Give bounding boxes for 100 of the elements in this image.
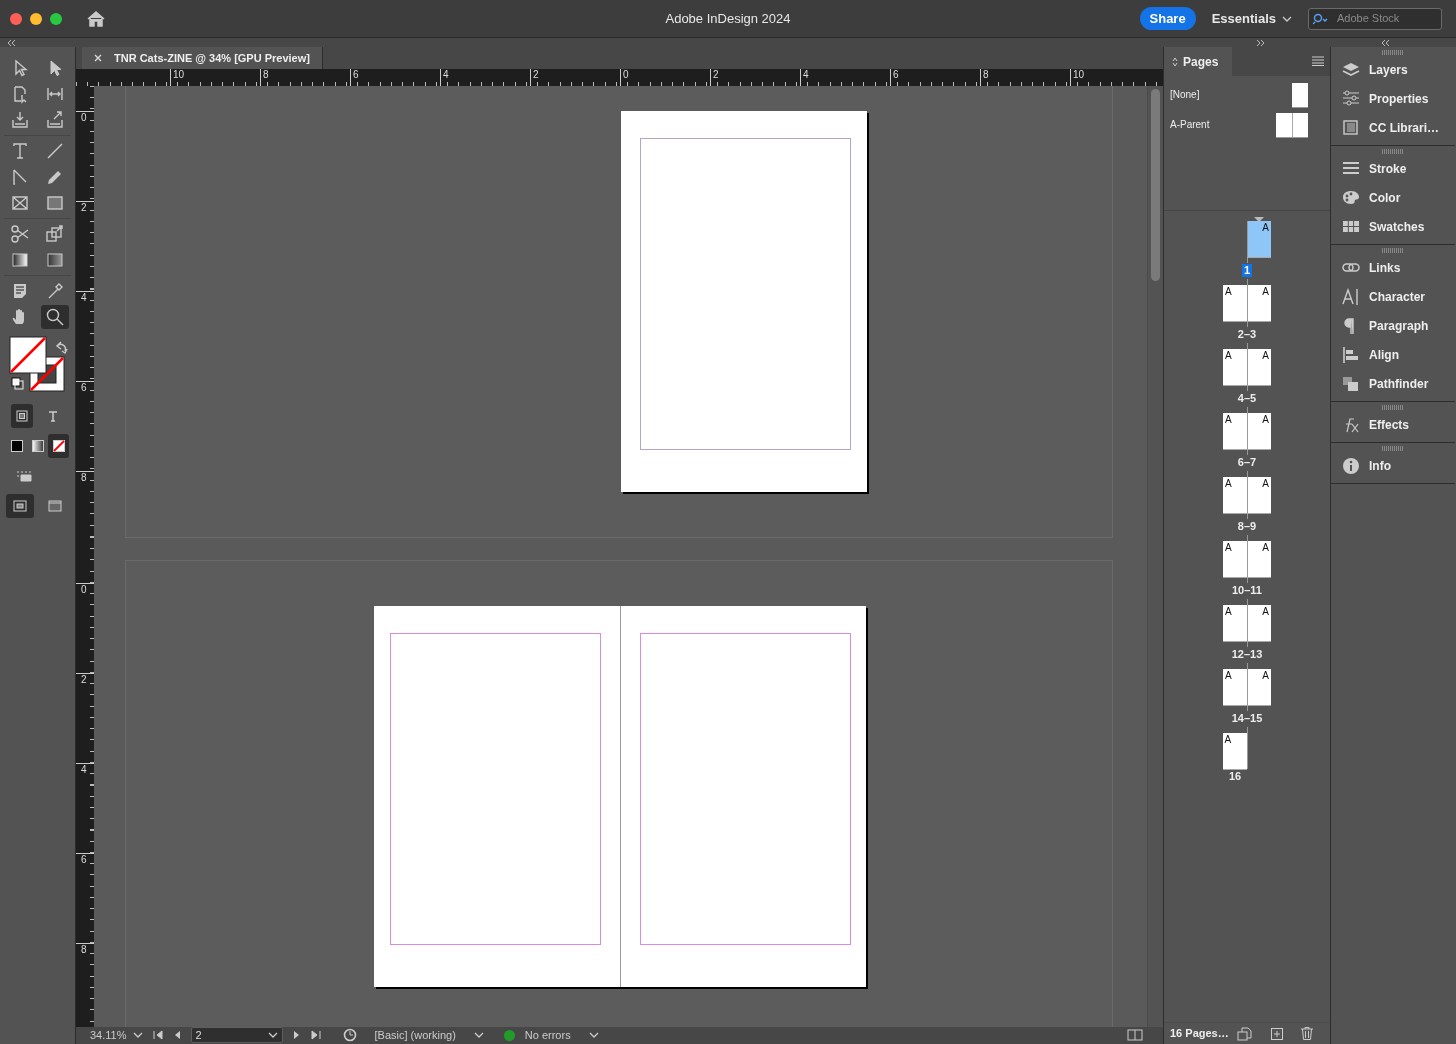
collapse-icon[interactable] <box>1382 40 1390 46</box>
close-icon[interactable] <box>94 54 102 62</box>
window-control-icon[interactable] <box>50 12 62 25</box>
page-thumbnail[interactable]: A <box>1247 541 1271 577</box>
first-page-icon[interactable] <box>152 1030 163 1041</box>
panel-button[interactable]: Paragraph <box>1331 311 1455 340</box>
ruler-number: 6 <box>81 382 87 393</box>
preflight-profile-menu[interactable]: [Basic] (working) <box>374 1027 484 1044</box>
properties-icon <box>1342 89 1360 108</box>
page-number: 2–3 <box>1236 328 1258 341</box>
parent-page-row[interactable]: [None] <box>1170 80 1324 110</box>
pathfinder-icon <box>1342 374 1360 393</box>
ruler-number: 4 <box>81 764 87 775</box>
content-collector-tool-icon[interactable] <box>10 110 31 130</box>
workspace-menu[interactable]: Essentials <box>1205 8 1298 29</box>
panel-button[interactable]: Character <box>1331 282 1455 311</box>
ruler-number: 0 <box>81 112 87 123</box>
page-thumbnail[interactable]: A <box>1247 349 1271 385</box>
page-thumbnail[interactable]: A <box>1247 477 1271 513</box>
page-thumbnail[interactable]: A <box>1223 541 1247 577</box>
document-title: TNR Cats-ZINE @ 34% [GPU Preview] <box>114 50 310 66</box>
parent-letter: A <box>1262 478 1269 489</box>
panel-grip[interactable] <box>1382 50 1404 55</box>
panel-button[interactable]: Links <box>1331 253 1455 282</box>
expand-icon[interactable] <box>1256 40 1264 46</box>
split-view-icon[interactable] <box>1127 1029 1143 1042</box>
view-mode-icon[interactable] <box>16 470 32 482</box>
panel-grip[interactable] <box>1382 446 1404 451</box>
ruler-number: 2 <box>81 674 87 685</box>
scissors-tool-icon[interactable] <box>10 224 31 244</box>
panel-button[interactable]: Swatches <box>1331 212 1455 241</box>
page-size-icon[interactable] <box>1236 1026 1253 1041</box>
scroll-thumb[interactable] <box>1151 89 1160 281</box>
page-thumbnail[interactable]: A <box>1222 733 1247 769</box>
parent-letter: A <box>1225 286 1232 297</box>
zoom-menu[interactable]: 34.11% <box>90 1027 143 1044</box>
pages-tab[interactable]: Pages <box>1164 47 1232 76</box>
free-transform-tool-icon[interactable] <box>44 224 65 244</box>
next-page-icon[interactable] <box>292 1030 301 1041</box>
dropdown-icon[interactable] <box>267 1032 278 1039</box>
collapse-icon[interactable] <box>8 40 16 46</box>
parent-letter: A <box>1262 222 1269 233</box>
apply-gradient-icon[interactable] <box>30 439 45 453</box>
last-page-icon[interactable] <box>310 1030 321 1041</box>
search-field[interactable]: Adobe Stock <box>1335 9 1435 28</box>
page-thumbnail[interactable]: A <box>1223 413 1247 449</box>
page-number: 1 <box>1241 264 1253 277</box>
document-tab[interactable]: TNR Cats-ZINE @ 34% [GPU Preview] <box>82 47 323 69</box>
trash-icon[interactable] <box>1300 1027 1313 1040</box>
preflight-status-menu[interactable]: No errors <box>524 1027 599 1044</box>
page-thumbnail[interactable]: A <box>1247 285 1271 321</box>
gradient-feather-tool-icon[interactable] <box>44 250 65 270</box>
panel-grip[interactable] <box>1382 149 1404 154</box>
ruler-number: 2 <box>533 69 539 80</box>
page-number-field[interactable]: 2 <box>190 1027 283 1044</box>
window-control-icon[interactable] <box>30 12 42 25</box>
window-control-icon[interactable] <box>10 12 22 25</box>
panel-grip[interactable] <box>1382 405 1404 410</box>
vertical-scrollbar[interactable] <box>1147 86 1163 1027</box>
search-box[interactable]: Adobe Stock <box>1308 7 1442 30</box>
parent-page-thumbnail <box>1292 113 1308 137</box>
panel-button[interactable]: Effects <box>1331 410 1455 439</box>
caret-icon <box>132 1032 143 1039</box>
panel-button[interactable]: Info <box>1331 451 1455 480</box>
rectangle-tool-icon[interactable] <box>44 193 65 213</box>
panel-button[interactable]: CC Librari… <box>1331 113 1455 142</box>
apply-color-icon[interactable] <box>9 439 24 453</box>
ruler-number: 6 <box>353 69 359 80</box>
page-thumbnail[interactable]: A <box>1247 413 1271 449</box>
new-page-icon[interactable] <box>1270 1027 1283 1040</box>
page-thumbnail[interactable]: A <box>1223 285 1247 321</box>
page-thumbnail[interactable]: A <box>1247 669 1271 705</box>
content-placer-tool-icon[interactable] <box>44 110 65 130</box>
page-thumbnail[interactable]: A <box>1223 669 1247 705</box>
page-thumbnail[interactable]: A <box>1247 605 1271 641</box>
panel-button[interactable]: Align <box>1331 340 1455 369</box>
normal-screen-mode-icon[interactable] <box>12 498 29 514</box>
page-thumbnail[interactable]: A <box>1223 349 1247 385</box>
panel-grip[interactable] <box>1382 248 1404 253</box>
menu-icon[interactable] <box>1312 56 1324 66</box>
parent-letter: A <box>1225 350 1232 361</box>
panel-button[interactable]: Pathfinder <box>1331 369 1455 398</box>
panel-button[interactable]: Stroke <box>1331 154 1455 183</box>
panel-button[interactable]: Layers <box>1331 55 1455 84</box>
page-thumbnail[interactable]: A <box>1223 605 1247 641</box>
home-icon[interactable] <box>86 9 106 28</box>
zoom-tool-icon[interactable] <box>44 307 65 327</box>
preview-screen-mode-icon[interactable] <box>46 498 63 514</box>
apply-none-icon[interactable] <box>51 439 66 453</box>
rectangle-frame-tool-icon[interactable] <box>10 193 31 213</box>
gradient-swatch-tool-icon[interactable] <box>10 250 31 270</box>
character-icon <box>1342 287 1360 306</box>
panel-button[interactable]: Properties <box>1331 84 1455 113</box>
panel-button[interactable]: Color <box>1331 183 1455 212</box>
parent-letter: A <box>1225 606 1232 617</box>
share-button[interactable]: Share <box>1139 7 1196 30</box>
page-thumbnail[interactable]: A <box>1247 221 1271 257</box>
parent-page-row[interactable]: A-Parent <box>1170 110 1324 140</box>
page-thumbnail[interactable]: A <box>1223 477 1247 513</box>
formatting-container-icon[interactable] <box>14 409 29 423</box>
